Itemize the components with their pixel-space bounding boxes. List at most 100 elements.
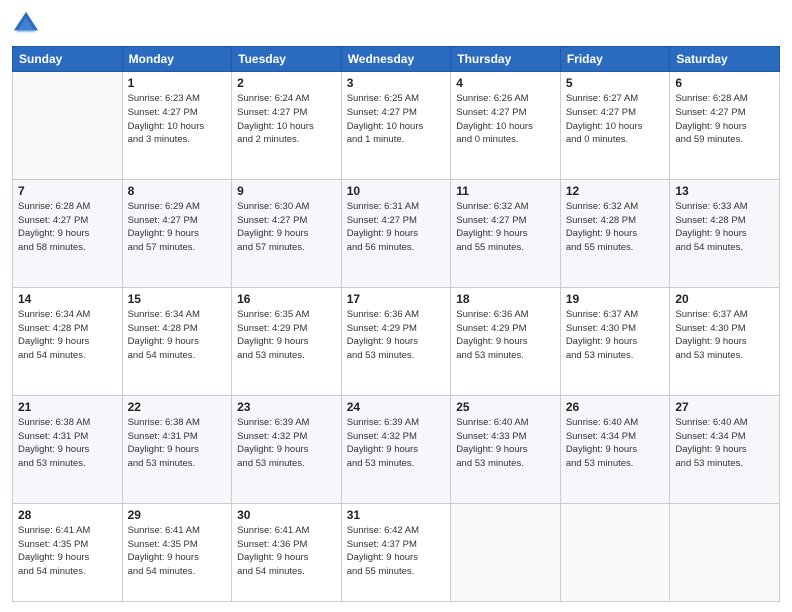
weekday-header-monday: Monday [122, 47, 232, 72]
weekday-header-sunday: Sunday [13, 47, 123, 72]
day-number: 1 [128, 76, 227, 90]
day-number: 15 [128, 292, 227, 306]
day-number: 3 [347, 76, 446, 90]
calendar-cell: 9 Sunrise: 6:30 AMSunset: 4:27 PMDaylight… [232, 179, 342, 287]
day-info: Sunrise: 6:31 AMSunset: 4:27 PMDaylight:… [347, 200, 446, 255]
calendar-cell: 28 Sunrise: 6:41 AMSunset: 4:35 PMDayligh… [13, 503, 123, 601]
day-info: Sunrise: 6:34 AMSunset: 4:28 PMDaylight:… [18, 308, 117, 363]
day-info: Sunrise: 6:37 AMSunset: 4:30 PMDaylight:… [566, 308, 665, 363]
calendar-cell: 3 Sunrise: 6:25 AMSunset: 4:27 PMDaylight… [341, 72, 451, 180]
day-info: Sunrise: 6:42 AMSunset: 4:37 PMDaylight:… [347, 524, 446, 579]
calendar-cell: 12 Sunrise: 6:32 AMSunset: 4:28 PMDayligh… [560, 179, 670, 287]
day-info: Sunrise: 6:33 AMSunset: 4:28 PMDaylight:… [675, 200, 774, 255]
calendar-cell [451, 503, 561, 601]
calendar-cell: 29 Sunrise: 6:41 AMSunset: 4:35 PMDayligh… [122, 503, 232, 601]
day-info: Sunrise: 6:37 AMSunset: 4:30 PMDaylight:… [675, 308, 774, 363]
day-number: 29 [128, 508, 227, 522]
day-number: 17 [347, 292, 446, 306]
day-info: Sunrise: 6:40 AMSunset: 4:34 PMDaylight:… [566, 416, 665, 471]
day-info: Sunrise: 6:41 AMSunset: 4:35 PMDaylight:… [18, 524, 117, 579]
header [12, 10, 780, 38]
day-info: Sunrise: 6:29 AMSunset: 4:27 PMDaylight:… [128, 200, 227, 255]
day-number: 24 [347, 400, 446, 414]
day-number: 14 [18, 292, 117, 306]
calendar-cell: 17 Sunrise: 6:36 AMSunset: 4:29 PMDayligh… [341, 287, 451, 395]
day-number: 6 [675, 76, 774, 90]
day-number: 2 [237, 76, 336, 90]
day-info: Sunrise: 6:40 AMSunset: 4:33 PMDaylight:… [456, 416, 555, 471]
day-number: 27 [675, 400, 774, 414]
day-info: Sunrise: 6:36 AMSunset: 4:29 PMDaylight:… [347, 308, 446, 363]
day-info: Sunrise: 6:26 AMSunset: 4:27 PMDaylight:… [456, 92, 555, 147]
calendar-cell: 26 Sunrise: 6:40 AMSunset: 4:34 PMDayligh… [560, 395, 670, 503]
weekday-header-friday: Friday [560, 47, 670, 72]
day-info: Sunrise: 6:39 AMSunset: 4:32 PMDaylight:… [237, 416, 336, 471]
logo [12, 10, 44, 38]
day-number: 31 [347, 508, 446, 522]
day-info: Sunrise: 6:30 AMSunset: 4:27 PMDaylight:… [237, 200, 336, 255]
day-info: Sunrise: 6:24 AMSunset: 4:27 PMDaylight:… [237, 92, 336, 147]
day-number: 4 [456, 76, 555, 90]
day-number: 9 [237, 184, 336, 198]
day-info: Sunrise: 6:32 AMSunset: 4:27 PMDaylight:… [456, 200, 555, 255]
calendar-cell: 14 Sunrise: 6:34 AMSunset: 4:28 PMDayligh… [13, 287, 123, 395]
calendar-cell: 15 Sunrise: 6:34 AMSunset: 4:28 PMDayligh… [122, 287, 232, 395]
day-number: 16 [237, 292, 336, 306]
calendar-cell: 19 Sunrise: 6:37 AMSunset: 4:30 PMDayligh… [560, 287, 670, 395]
calendar-cell: 18Sunrise: 6:36 AMSunset: 4:29 PMDayligh… [451, 287, 561, 395]
day-number: 20 [675, 292, 774, 306]
calendar-cell: 13 Sunrise: 6:33 AMSunset: 4:28 PMDayligh… [670, 179, 780, 287]
calendar-cell [670, 503, 780, 601]
calendar-cell [560, 503, 670, 601]
day-number: 13 [675, 184, 774, 198]
day-number: 12 [566, 184, 665, 198]
day-number: 28 [18, 508, 117, 522]
day-number: 30 [237, 508, 336, 522]
calendar-cell: 21Sunrise: 6:38 AMSunset: 4:31 PMDayligh… [13, 395, 123, 503]
week-row-3: 21Sunrise: 6:38 AMSunset: 4:31 PMDayligh… [13, 395, 780, 503]
day-info: Sunrise: 6:41 AMSunset: 4:35 PMDaylight:… [128, 524, 227, 579]
day-number: 21 [18, 400, 117, 414]
calendar-cell: 7Sunrise: 6:28 AMSunset: 4:27 PMDaylight… [13, 179, 123, 287]
day-info: Sunrise: 6:35 AMSunset: 4:29 PMDaylight:… [237, 308, 336, 363]
day-info: Sunrise: 6:32 AMSunset: 4:28 PMDaylight:… [566, 200, 665, 255]
calendar-cell: 4 Sunrise: 6:26 AMSunset: 4:27 PMDaylight… [451, 72, 561, 180]
weekday-header-thursday: Thursday [451, 47, 561, 72]
day-info: Sunrise: 6:28 AMSunset: 4:27 PMDaylight:… [18, 200, 117, 255]
week-row-1: 7Sunrise: 6:28 AMSunset: 4:27 PMDaylight… [13, 179, 780, 287]
day-number: 10 [347, 184, 446, 198]
day-info: Sunrise: 6:34 AMSunset: 4:28 PMDaylight:… [128, 308, 227, 363]
day-info: Sunrise: 6:25 AMSunset: 4:27 PMDaylight:… [347, 92, 446, 147]
calendar-cell: 20 Sunrise: 6:37 AMSunset: 4:30 PMDayligh… [670, 287, 780, 395]
calendar-cell: 16 Sunrise: 6:35 AMSunset: 4:29 PMDayligh… [232, 287, 342, 395]
day-number: 5 [566, 76, 665, 90]
calendar-cell: 5Sunrise: 6:27 AMSunset: 4:27 PMDaylight… [560, 72, 670, 180]
calendar-cell: 6 Sunrise: 6:28 AMSunset: 4:27 PMDaylight… [670, 72, 780, 180]
day-number: 25 [456, 400, 555, 414]
day-number: 19 [566, 292, 665, 306]
weekday-header-wednesday: Wednesday [341, 47, 451, 72]
weekday-header-row: SundayMondayTuesdayWednesdayThursdayFrid… [13, 47, 780, 72]
logo-icon [12, 10, 40, 38]
weekday-header-tuesday: Tuesday [232, 47, 342, 72]
calendar-cell: 27 Sunrise: 6:40 AMSunset: 4:34 PMDayligh… [670, 395, 780, 503]
day-info: Sunrise: 6:28 AMSunset: 4:27 PMDaylight:… [675, 92, 774, 147]
calendar-cell: 22Sunrise: 6:38 AMSunset: 4:31 PMDayligh… [122, 395, 232, 503]
day-info: Sunrise: 6:40 AMSunset: 4:34 PMDaylight:… [675, 416, 774, 471]
week-row-4: 28 Sunrise: 6:41 AMSunset: 4:35 PMDayligh… [13, 503, 780, 601]
day-info: Sunrise: 6:36 AMSunset: 4:29 PMDaylight:… [456, 308, 555, 363]
calendar-cell: 24Sunrise: 6:39 AMSunset: 4:32 PMDayligh… [341, 395, 451, 503]
calendar-table: SundayMondayTuesdayWednesdayThursdayFrid… [12, 46, 780, 602]
calendar-cell: 10 Sunrise: 6:31 AMSunset: 4:27 PMDayligh… [341, 179, 451, 287]
calendar-cell: 31 Sunrise: 6:42 AMSunset: 4:37 PMDayligh… [341, 503, 451, 601]
day-number: 26 [566, 400, 665, 414]
calendar-cell: 1 Sunrise: 6:23 AMSunset: 4:27 PMDaylight… [122, 72, 232, 180]
calendar-cell: 30 Sunrise: 6:41 AMSunset: 4:36 PMDayligh… [232, 503, 342, 601]
day-info: Sunrise: 6:41 AMSunset: 4:36 PMDaylight:… [237, 524, 336, 579]
day-info: Sunrise: 6:23 AMSunset: 4:27 PMDaylight:… [128, 92, 227, 147]
day-number: 23 [237, 400, 336, 414]
calendar-cell [13, 72, 123, 180]
week-row-0: 1 Sunrise: 6:23 AMSunset: 4:27 PMDaylight… [13, 72, 780, 180]
weekday-header-saturday: Saturday [670, 47, 780, 72]
page: SundayMondayTuesdayWednesdayThursdayFrid… [0, 0, 792, 612]
